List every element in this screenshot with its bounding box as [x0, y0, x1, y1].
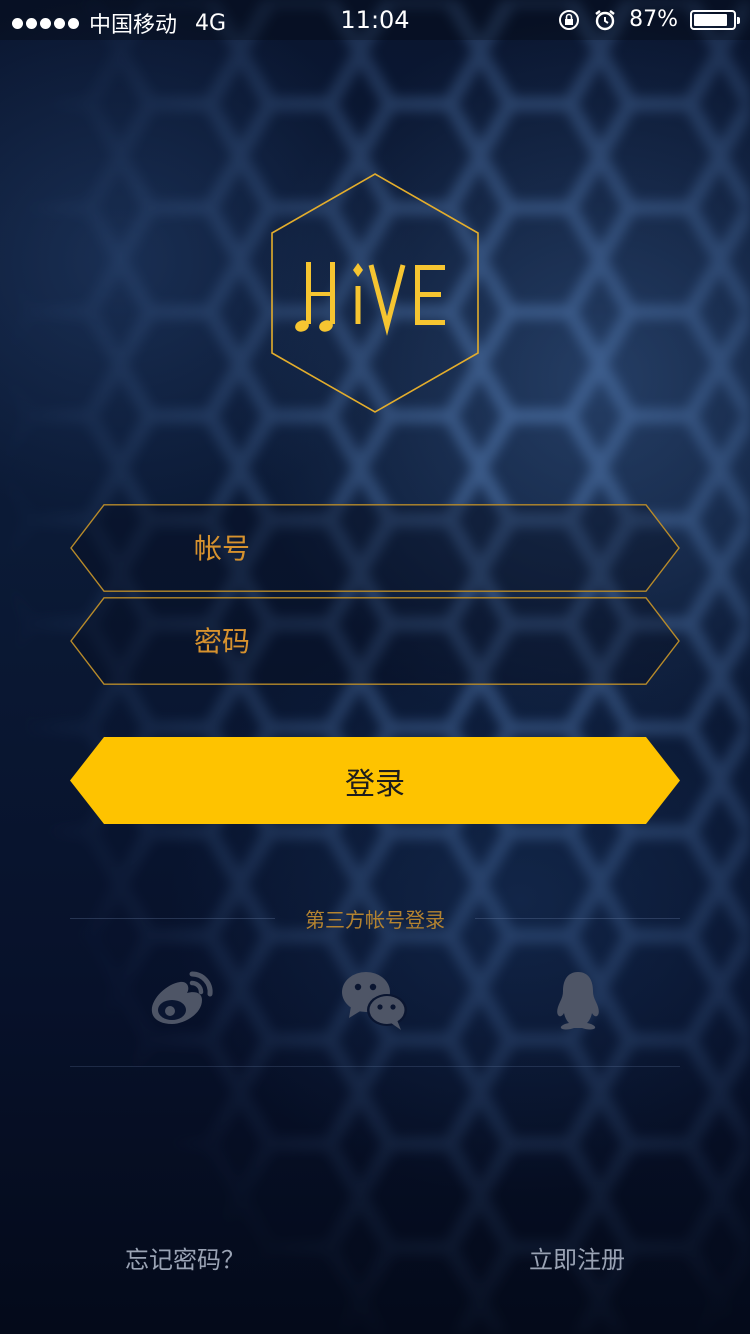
- password-field[interactable]: [70, 597, 680, 685]
- hive-logo: [268, 170, 482, 414]
- status-bar-right: 87%: [557, 7, 740, 32]
- third-party-header: 第三方帐号登录: [70, 900, 680, 936]
- forgot-password-link[interactable]: 忘记密码？: [125, 1240, 245, 1275]
- weibo-icon: [151, 971, 213, 1024]
- third-party-icons: [70, 960, 680, 1040]
- login-screen: 中国移动 4G 11:04 87% 帐号 登录 第三方帐号登录 忘记密码？ 立即…: [0, 0, 750, 1334]
- account-input[interactable]: [194, 504, 654, 592]
- status-bar: 中国移动 4G 11:04 87%: [0, 0, 750, 40]
- register-link[interactable]: 立即注册: [529, 1240, 625, 1275]
- login-button[interactable]: 登录: [70, 737, 680, 824]
- qq-icon: [557, 972, 599, 1030]
- battery-icon: [690, 9, 740, 30]
- bottom-divider: [70, 1066, 680, 1067]
- weibo-login-button[interactable]: [140, 960, 220, 1040]
- account-field[interactable]: [70, 504, 680, 592]
- third-party-title: 第三方帐号登录: [305, 908, 445, 932]
- alarm-icon: [595, 9, 615, 30]
- login-button-label: 登录: [345, 766, 405, 802]
- password-input[interactable]: [194, 597, 654, 685]
- qq-login-button[interactable]: [538, 960, 618, 1040]
- battery-percent: 87%: [629, 7, 678, 32]
- wechat-login-button[interactable]: [335, 960, 415, 1040]
- rotation-lock-icon: [559, 9, 580, 30]
- wechat-icon: [342, 972, 407, 1030]
